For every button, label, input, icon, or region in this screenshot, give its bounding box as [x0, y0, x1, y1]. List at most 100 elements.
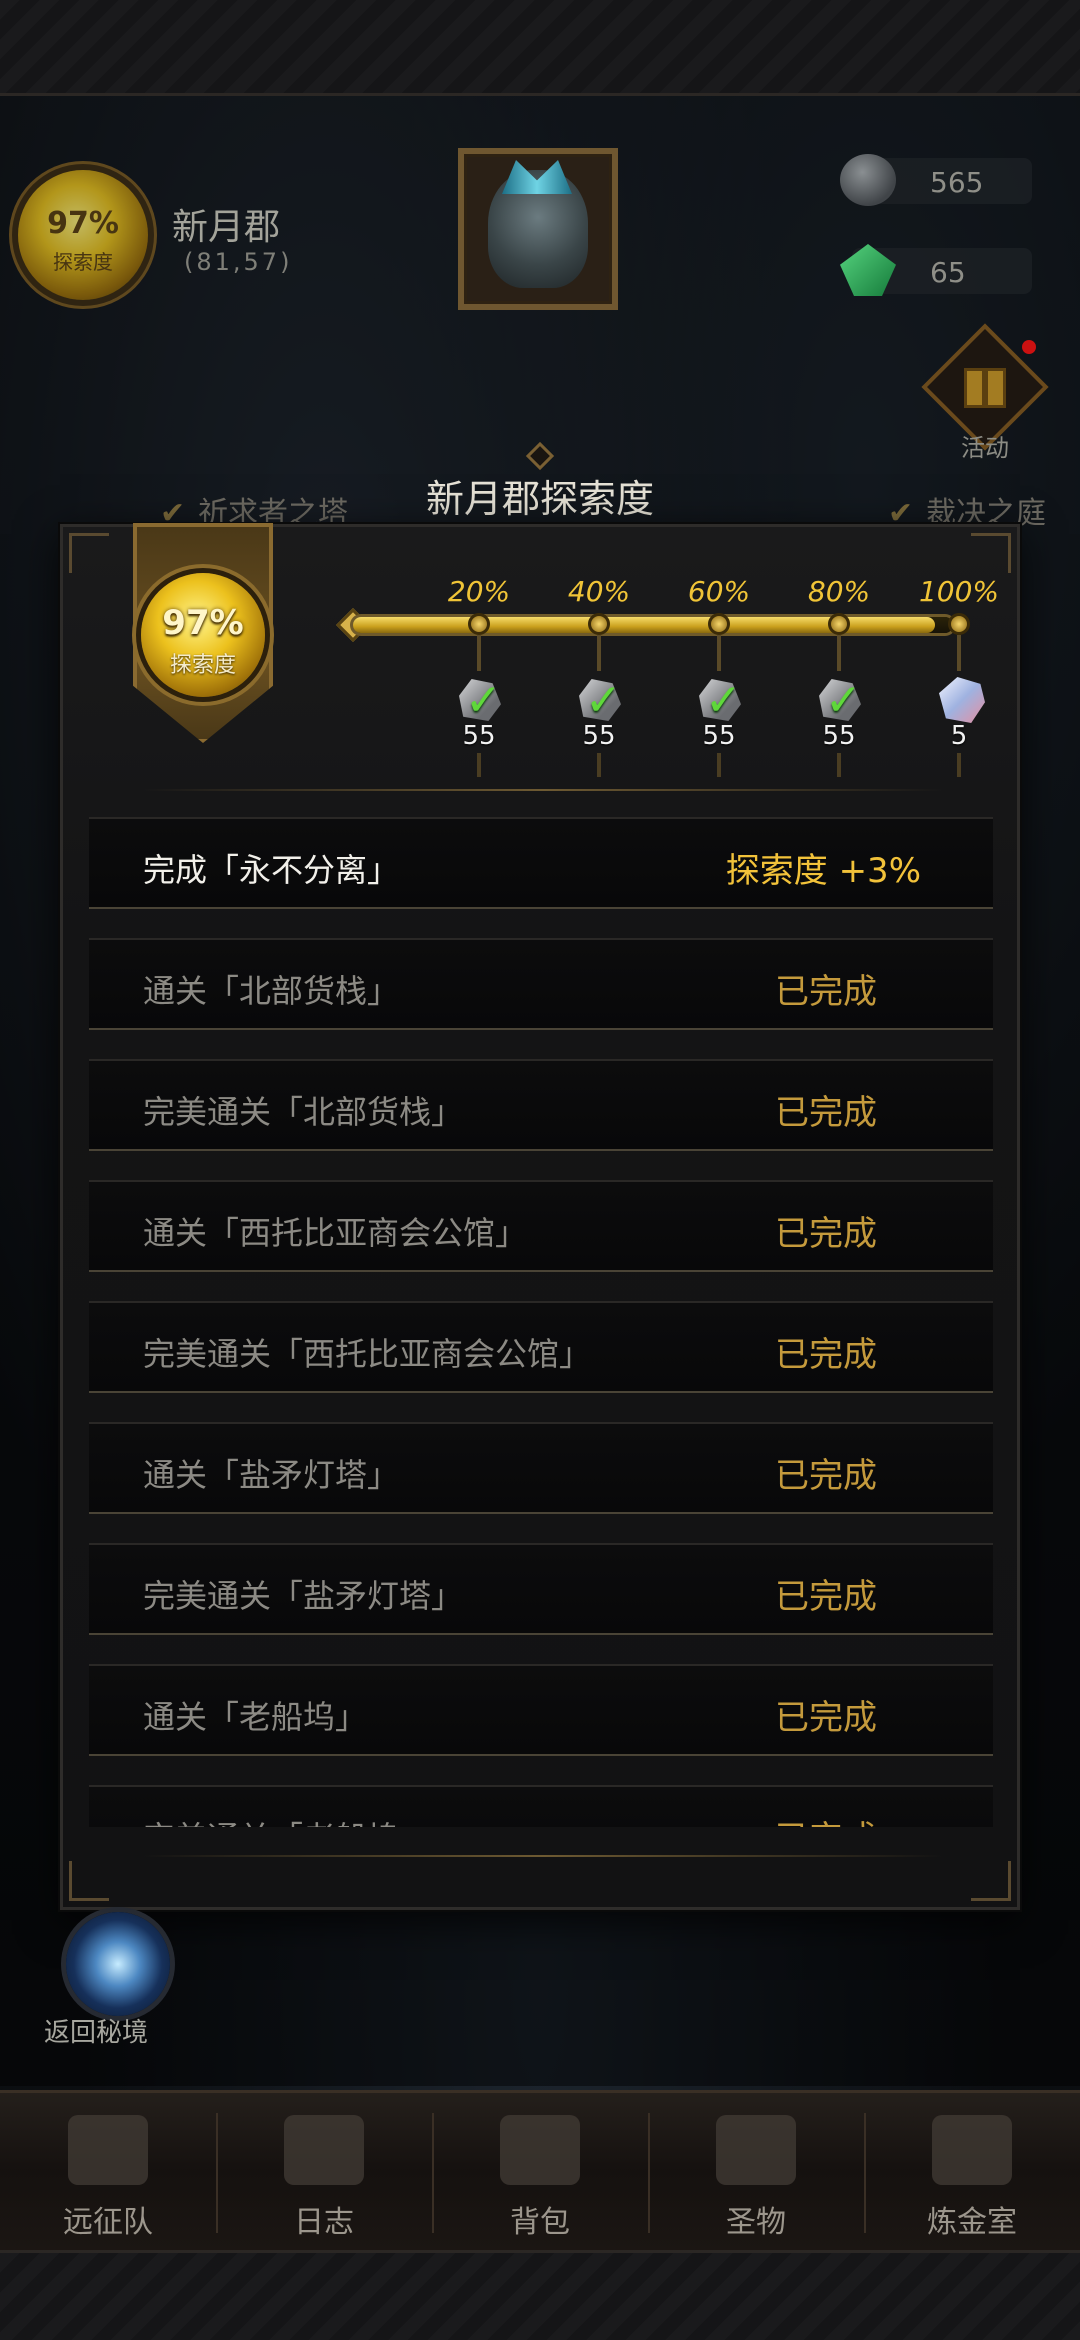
task-name: 完成「永不分离」	[143, 851, 400, 889]
task-status: 已完成	[775, 1093, 877, 1133]
crystal-icon	[939, 677, 985, 723]
task-row[interactable]: 完成「永不分离」 探索度 +3%	[89, 817, 993, 909]
gift-icon	[964, 368, 1006, 408]
task-name: 通关「北部货栈」	[143, 972, 400, 1010]
task-name: 完美通关「盐矛灯塔」	[143, 1577, 464, 1615]
resource-stone-value: 565	[930, 166, 984, 199]
task-status: 已完成	[775, 1335, 877, 1375]
task-row[interactable]: 通关「北部货栈」 已完成	[89, 938, 993, 1030]
milestone-label: 60%	[687, 575, 751, 608]
milestone-label: 40%	[567, 575, 631, 608]
panel-corner	[971, 533, 1011, 573]
game-screen: 97% 探索度 新月郡 (81,57) 565 65 活动 ✔ 祈求者之塔 ✔ 裁决…	[0, 0, 1080, 2340]
task-status: 探索度 +3%	[725, 851, 921, 891]
nav-relics[interactable]: 圣物	[648, 2093, 864, 2253]
exploration-panel: 97% 探索度 20% ✓ 55 40% ✓ 55 60% ✓ 55 80% ✓ 55 100% 5 完成…	[60, 523, 1020, 1910]
milestone-stem	[957, 635, 961, 671]
milestone-label: 100%	[918, 575, 1000, 608]
stone-icon	[840, 154, 896, 206]
torch-icon	[716, 2115, 796, 2185]
region-coordinates: (81,57)	[184, 248, 293, 276]
return-portal-label: 返回秘境	[44, 2018, 149, 2048]
task-name: 通关「西托比亚商会公馆」	[143, 1214, 528, 1252]
milestone-reward-qty: 5	[950, 721, 968, 751]
panel-corner	[69, 1861, 109, 1901]
resource-gem-value: 65	[930, 256, 966, 289]
region-exploration-pct: 97%	[47, 206, 119, 241]
task-row[interactable]: 完美通关「盐矛灯塔」 已完成	[89, 1543, 993, 1635]
task-row[interactable]: 完美通关「老船坞」 已完成	[89, 1785, 993, 1827]
nav-alchemy-label: 炼金室	[927, 2205, 1017, 2240]
milestone-tail	[717, 753, 721, 777]
milestone-tail	[477, 753, 481, 777]
bottom-nav: 远征队 日志 背包 圣物 炼金室	[0, 2090, 1080, 2250]
milestone-tail	[837, 753, 841, 777]
divider	[143, 1855, 943, 1857]
task-status: 已完成	[775, 1577, 877, 1617]
panel-title: 新月郡探索度	[425, 477, 654, 521]
milestone-reward-qty: 55	[462, 721, 496, 751]
task-row[interactable]: 通关「老船坞」 已完成	[89, 1664, 993, 1756]
milestone-stem	[837, 635, 841, 671]
task-status: 已完成	[775, 1214, 877, 1254]
nav-expedition-label: 远征队	[63, 2205, 153, 2240]
activity-button[interactable]: 活动	[921, 323, 1049, 472]
resource-gem: 65	[840, 244, 1032, 296]
nav-journal-label: 日志	[294, 2205, 354, 2240]
region-exploration-label: 探索度	[53, 250, 113, 274]
milestone-knob	[588, 613, 610, 635]
scroll-icon	[284, 2115, 364, 2185]
milestone-knob	[948, 613, 970, 635]
check-icon: ✓	[705, 675, 742, 726]
task-list[interactable]: 完成「永不分离」 探索度 +3% 通关「北部货栈」 已完成 完美通关「北部货栈」 已完成通…	[89, 817, 993, 1827]
exploration-progress-bar	[353, 617, 953, 633]
region-name: 新月郡	[172, 207, 281, 248]
resource-stone: 565	[840, 154, 1032, 206]
milestone-tail	[957, 753, 961, 777]
alchemy-icon	[932, 2115, 1012, 2185]
activity-label: 活动	[961, 434, 1009, 462]
nav-backpack[interactable]: 背包	[432, 2093, 648, 2253]
divider	[143, 789, 943, 791]
check-icon: ✔	[888, 496, 914, 531]
nav-relics-label: 圣物	[726, 2205, 786, 2240]
milestone-reward-qty: 55	[822, 721, 856, 751]
milestone-label: 20%	[447, 575, 511, 608]
portal-icon	[66, 1912, 170, 2016]
nav-journal[interactable]: 日志	[216, 2093, 432, 2253]
task-row[interactable]: 完美通关「北部货栈」 已完成	[89, 1059, 993, 1151]
task-row[interactable]: 通关「盐矛灯塔」 已完成	[89, 1422, 993, 1514]
task-status: 已完成	[775, 1811, 877, 1827]
top-border	[0, 0, 1080, 96]
helmet-icon	[68, 2115, 148, 2185]
check-icon: ✔	[160, 496, 186, 531]
notification-dot	[1022, 340, 1036, 354]
bag-icon	[500, 2115, 580, 2185]
milestone-stem	[597, 635, 601, 671]
return-portal-button[interactable]: 返回秘境	[44, 1912, 200, 2048]
milestone-stem	[477, 635, 481, 671]
task-name: 完美通关「西托比亚商会公馆」	[143, 1335, 592, 1373]
task-row[interactable]: 完美通关「西托比亚商会公馆」 已完成	[89, 1301, 993, 1393]
milestone-knob	[708, 613, 730, 635]
nav-alchemy[interactable]: 炼金室	[864, 2093, 1080, 2253]
check-icon: ✓	[825, 675, 862, 726]
nav-expedition[interactable]: 远征队	[0, 2093, 216, 2253]
task-row[interactable]: 通关「西托比亚商会公馆」 已完成	[89, 1180, 993, 1272]
region-exploration-badge[interactable]: 97% 探索度	[18, 170, 148, 300]
milestone-tail	[597, 753, 601, 777]
bottom-border	[0, 2250, 1080, 2340]
task-name: 完美通关「老船坞」	[143, 1813, 431, 1827]
milestone-reward-qty: 55	[582, 721, 616, 751]
task-name: 通关「盐矛灯塔」	[143, 1456, 400, 1494]
exploration-compass: 97% 探索度	[141, 573, 265, 697]
milestone-knob	[828, 613, 850, 635]
check-icon: ✓	[585, 675, 622, 726]
exploration-pct: 97%	[162, 603, 244, 643]
panel-corner	[971, 1861, 1011, 1901]
nav-backpack-label: 背包	[510, 2205, 570, 2240]
milestone-knob	[468, 613, 490, 635]
milestone-label: 80%	[807, 575, 871, 608]
hero-portrait[interactable]	[458, 148, 618, 310]
task-status: 已完成	[775, 1456, 877, 1496]
